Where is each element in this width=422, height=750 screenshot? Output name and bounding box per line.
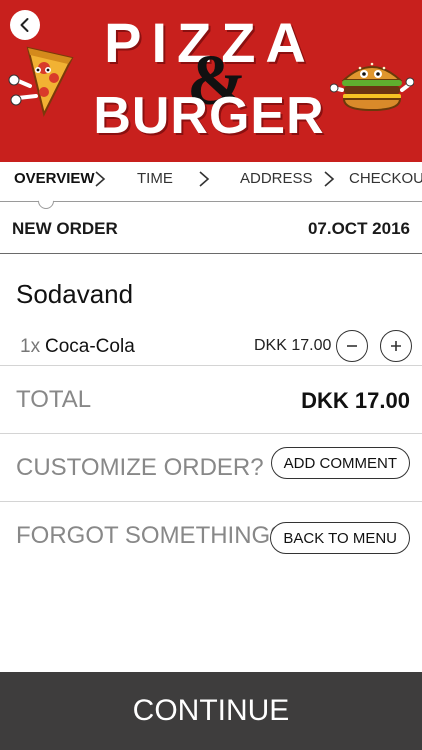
continue-label: CONTINUE	[132, 694, 290, 727]
total-row: TOTAL DKK 17.00	[0, 366, 422, 434]
decrease-quantity-button[interactable]	[336, 330, 368, 362]
forgot-something-row: FORGOT SOMETHING? BACK TO MENU	[0, 502, 422, 570]
chevron-right-icon	[324, 171, 335, 187]
back-to-menu-button[interactable]: BACK TO MENU	[270, 522, 410, 554]
order-date: 07.OCT 2016	[307, 219, 410, 238]
order-title: NEW ORDER	[12, 219, 118, 238]
total-value: DKK 17.00	[301, 388, 410, 413]
brand-burger-text: BURGER	[93, 87, 325, 145]
step-address[interactable]: ADDRESS	[240, 170, 313, 187]
back-button[interactable]	[10, 10, 40, 40]
header-banner: PIZZA & BURGER	[0, 0, 422, 162]
add-comment-button[interactable]: ADD COMMENT	[270, 447, 410, 479]
item-name: Coca-Cola	[45, 336, 135, 357]
item-category: Sodavand	[16, 279, 134, 309]
item-price: DKK 17.00	[254, 337, 332, 354]
pizza-mascot-icon	[8, 46, 74, 117]
step-overview[interactable]: OVERVIEW	[14, 170, 95, 187]
burger-mascot-icon	[330, 62, 414, 112]
chevron-right-icon	[95, 171, 106, 187]
continue-button[interactable]: CONTINUE	[0, 672, 422, 750]
plus-icon	[391, 341, 401, 351]
order-header: NEW ORDER 07.OCT 2016	[0, 202, 422, 254]
step-checkout[interactable]: CHECKOUT	[349, 170, 422, 187]
order-item-row: 1x Coca-Cola DKK 17.00	[0, 326, 422, 366]
minus-icon	[347, 345, 357, 347]
total-label: TOTAL	[16, 386, 92, 413]
customize-order-label: CUSTOMIZE ORDER?	[16, 454, 264, 481]
checkout-steps: OVERVIEW TIME ADDRESS CHECKOUT	[0, 162, 422, 202]
increase-quantity-button[interactable]	[380, 330, 412, 362]
forgot-something-label: FORGOT SOMETHING?	[16, 522, 284, 549]
customize-order-row: CUSTOMIZE ORDER? ADD COMMENT	[0, 434, 422, 502]
item-quantity: 1x	[20, 336, 41, 357]
step-time[interactable]: TIME	[137, 170, 173, 187]
back-arrow-icon	[20, 18, 29, 32]
chevron-right-icon	[199, 171, 210, 187]
